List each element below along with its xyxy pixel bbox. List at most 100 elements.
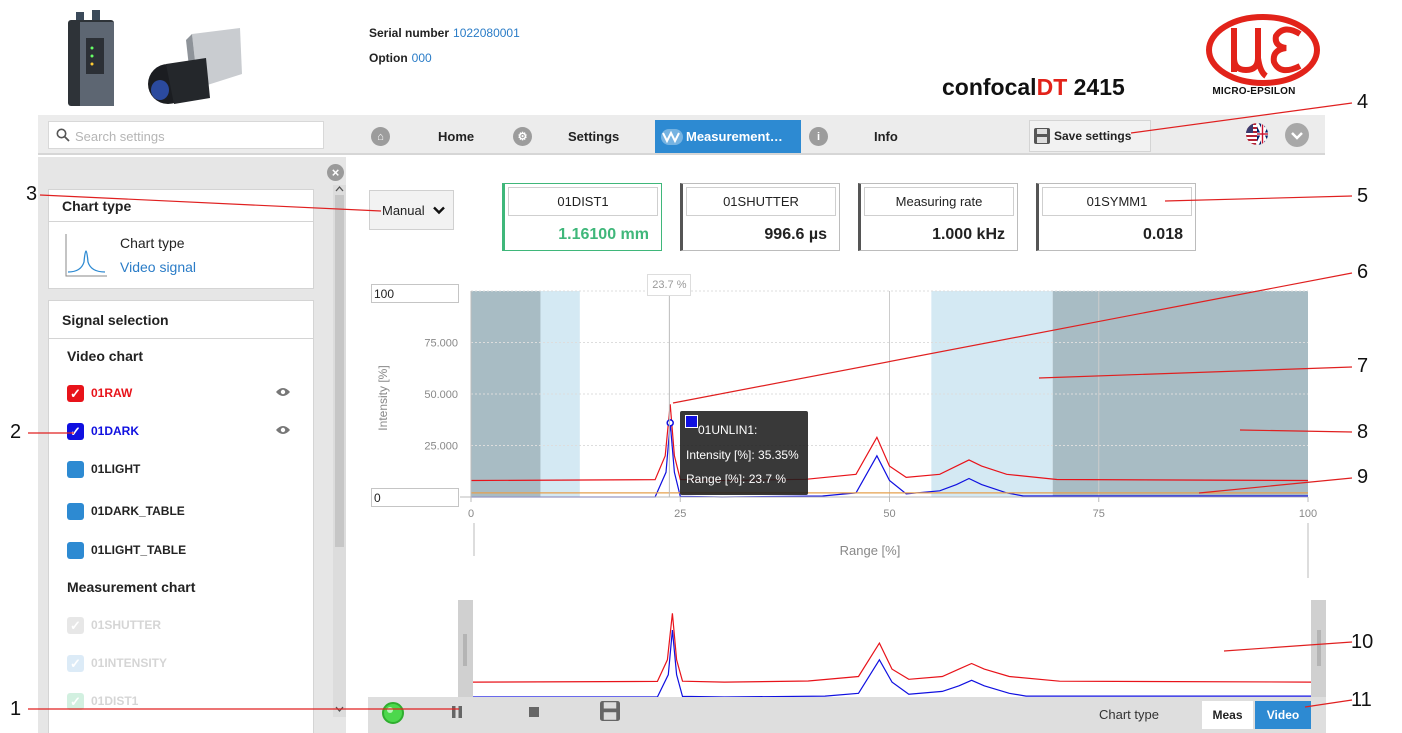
serial-number: Serial number 1022080001	[369, 26, 520, 40]
signal-selection-title: Signal selection	[49, 301, 313, 339]
mode-select[interactable]: Manual	[369, 190, 454, 230]
save-settings-label: Save settings	[1054, 129, 1132, 143]
serial-number-value: 1022080001	[453, 26, 520, 40]
x-tick-label: 0	[468, 508, 474, 520]
language-flag-icon[interactable]	[1246, 123, 1268, 145]
gear-icon: ⚙	[513, 127, 532, 146]
mode-select-value: Manual	[382, 202, 425, 218]
signal-01raw[interactable]: ✓ 01RAW	[67, 383, 132, 403]
card-value: 996.6 µs	[764, 226, 827, 243]
signal-01light[interactable]: 01LIGHT	[67, 459, 140, 479]
video-signal-chart[interactable]: 0 25 50 75 100 75.00050.00025.000 Range [%] …	[360, 268, 1326, 588]
product-prefix: confocal	[942, 74, 1037, 100]
search-icon	[56, 128, 70, 142]
annotation-10: 10	[1351, 631, 1374, 653]
card-label: 01DIST1	[508, 187, 658, 216]
sidebar-scrollbar-thumb[interactable]	[335, 195, 344, 547]
annotation-7: 7	[1357, 355, 1369, 377]
meas-chart-button[interactable]: Meas	[1202, 701, 1253, 729]
waveform-icon	[661, 128, 683, 145]
signal-label: 01DIST1	[91, 694, 139, 708]
overview-chart[interactable]	[458, 600, 1326, 697]
checkbox-unchecked-icon[interactable]	[67, 541, 84, 559]
value-card-symm1: 01SYMM1 0.018	[1036, 183, 1196, 251]
value-card-measuring-rate: Measuring rate 1.000 kHz	[858, 183, 1018, 251]
signal-01dist1: ✓ 01DIST1	[67, 691, 138, 711]
chevron-down-icon	[432, 206, 445, 214]
close-sidebar-icon[interactable]: ×	[327, 164, 344, 181]
measurement-chart-title: Measurement chart	[67, 579, 196, 595]
sensor-controller-image	[68, 10, 114, 106]
nav-measurement-label: Measurement…	[686, 129, 783, 144]
y-min-input[interactable]: 0	[371, 488, 459, 507]
nav-settings[interactable]: ⚙ Settings	[504, 120, 652, 153]
annotation-4: 4	[1357, 91, 1369, 113]
checkbox-disabled-icon: ✓	[67, 654, 84, 672]
checkbox-unchecked-icon[interactable]	[67, 502, 84, 520]
x-tick-label: 75	[1093, 508, 1105, 520]
card-label: 01SHUTTER	[686, 187, 836, 216]
annotation-9: 9	[1357, 466, 1369, 488]
eye-icon[interactable]	[275, 387, 291, 397]
nav-measurement[interactable]: Measurement…	[655, 120, 801, 153]
chart-type-label: Chart type	[120, 235, 185, 251]
tooltip-range: Range [%]: 23.7 %	[686, 472, 787, 486]
checkbox-unchecked-icon[interactable]	[67, 460, 84, 478]
dead-zone-band	[471, 291, 541, 497]
home-icon: ⌂	[371, 127, 390, 146]
signal-label: 01LIGHT	[91, 462, 141, 476]
signal-01light-table[interactable]: 01LIGHT_TABLE	[67, 540, 186, 560]
annotation-11: 11	[1351, 689, 1372, 711]
chart-type-toggle-label: Chart type	[1099, 707, 1159, 722]
annotation-2: 2	[10, 421, 22, 443]
product-dt: DT	[1036, 74, 1068, 100]
video-chart-button[interactable]: Video	[1255, 701, 1311, 729]
series-swatch-icon	[685, 415, 698, 428]
nav-home[interactable]: ⌂ Home	[362, 120, 504, 153]
pause-icon[interactable]	[451, 705, 463, 719]
tooltip-intensity: Intensity [%]: 35.35%	[686, 448, 799, 462]
language-dropdown[interactable]	[1285, 123, 1309, 147]
product-model: 2415	[1073, 74, 1125, 100]
signal-01dark[interactable]: ✓ 01DARK	[67, 421, 139, 441]
option: Option 000	[369, 51, 432, 65]
y-max-input[interactable]: 100	[371, 284, 459, 303]
value-card-shutter: 01SHUTTER 996.6 µs	[680, 183, 840, 251]
signal-label: 01DARK	[91, 424, 140, 438]
signal-label: 01RAW	[91, 386, 133, 400]
x-tick-label: 25	[674, 508, 686, 520]
stop-icon[interactable]	[528, 706, 540, 718]
chevron-down-icon	[1291, 132, 1303, 140]
signal-label: 01DARK_TABLE	[91, 504, 185, 518]
y-axis-label: Intensity [%]	[376, 365, 390, 430]
checkbox-disabled-icon: ✓	[67, 692, 84, 710]
save-settings-button[interactable]: Save settings	[1029, 120, 1151, 152]
signal-01shutter: ✓ 01SHUTTER	[67, 615, 161, 635]
y-tick-label: 75.000	[424, 338, 458, 350]
annotation-6: 6	[1357, 261, 1369, 283]
floppy-disk-icon[interactable]	[600, 701, 620, 721]
nav-info[interactable]: i Info	[801, 120, 945, 153]
scroll-up-icon[interactable]	[335, 185, 344, 193]
product-name: confocalDT 2415	[942, 74, 1125, 101]
scroll-down-icon[interactable]	[335, 705, 344, 713]
tooltip-series: 01UNLIN1:	[698, 423, 758, 437]
x-tick-label: 50	[883, 508, 895, 520]
search-input[interactable]: Search settings	[48, 121, 324, 149]
card-value: 0.018	[1142, 226, 1183, 243]
serial-number-label: Serial number	[369, 26, 450, 40]
chart-type-panel: Chart type Chart type Video signal	[48, 189, 314, 289]
signal-label: 01SHUTTER	[91, 618, 162, 632]
option-label: Option	[369, 51, 408, 65]
video-signal-chart-icon	[65, 234, 107, 277]
chart-type-link[interactable]: Video signal	[120, 259, 196, 275]
checkbox-checked-icon[interactable]: ✓	[67, 422, 84, 440]
eye-icon[interactable]	[275, 425, 291, 435]
signal-01dark-table[interactable]: 01DARK_TABLE	[67, 501, 185, 521]
value-card-dist1: 01DIST1 1.16100 mm	[502, 183, 662, 251]
data-point-marker	[666, 419, 674, 427]
annotation-3: 3	[26, 183, 38, 205]
card-value: 1.000 kHz	[932, 226, 1005, 243]
checkbox-checked-icon[interactable]: ✓	[67, 384, 84, 402]
nav-info-label: Info	[874, 129, 898, 144]
